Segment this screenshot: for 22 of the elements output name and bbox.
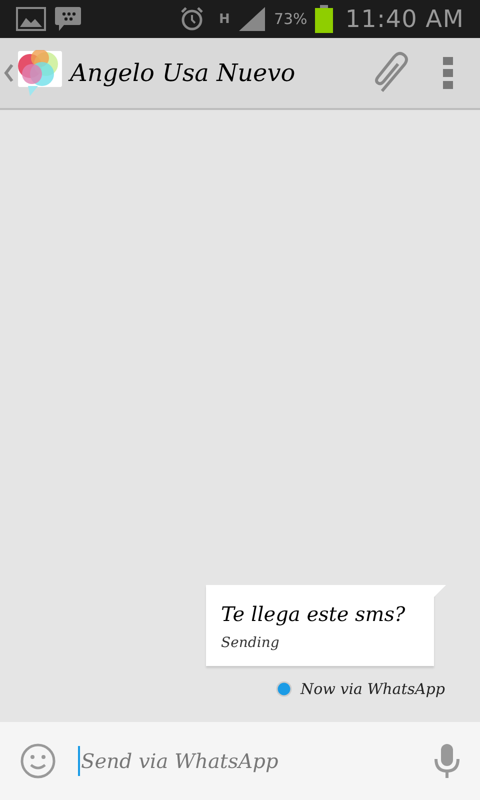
chevron-left-icon xyxy=(4,64,14,82)
smiley-icon xyxy=(20,743,56,779)
back-button[interactable] xyxy=(4,50,64,96)
message-status: Sending xyxy=(221,634,280,652)
app-logo-icon xyxy=(16,50,64,96)
image-icon xyxy=(16,7,46,31)
chat-bubble-icon xyxy=(54,6,82,32)
network-type: H xyxy=(219,12,230,26)
signal-icon xyxy=(238,6,266,32)
microphone-icon xyxy=(434,743,460,779)
microphone-button[interactable] xyxy=(434,743,460,779)
battery-icon xyxy=(315,5,334,33)
battery-percent: 73% xyxy=(274,8,308,30)
delivery-note: Now via WhatsApp xyxy=(300,678,445,700)
more-vertical-icon xyxy=(443,57,453,89)
status-dot-icon xyxy=(276,680,292,697)
emoji-button[interactable] xyxy=(20,743,56,779)
contact-name: Angelo Usa Nuevo xyxy=(70,58,296,89)
message-input[interactable]: Send via WhatsApp xyxy=(78,746,412,776)
alarm-clock-icon xyxy=(179,6,206,32)
message-text: Te llega este sms? xyxy=(221,600,406,628)
status-time: 11:40 AM xyxy=(345,4,464,35)
